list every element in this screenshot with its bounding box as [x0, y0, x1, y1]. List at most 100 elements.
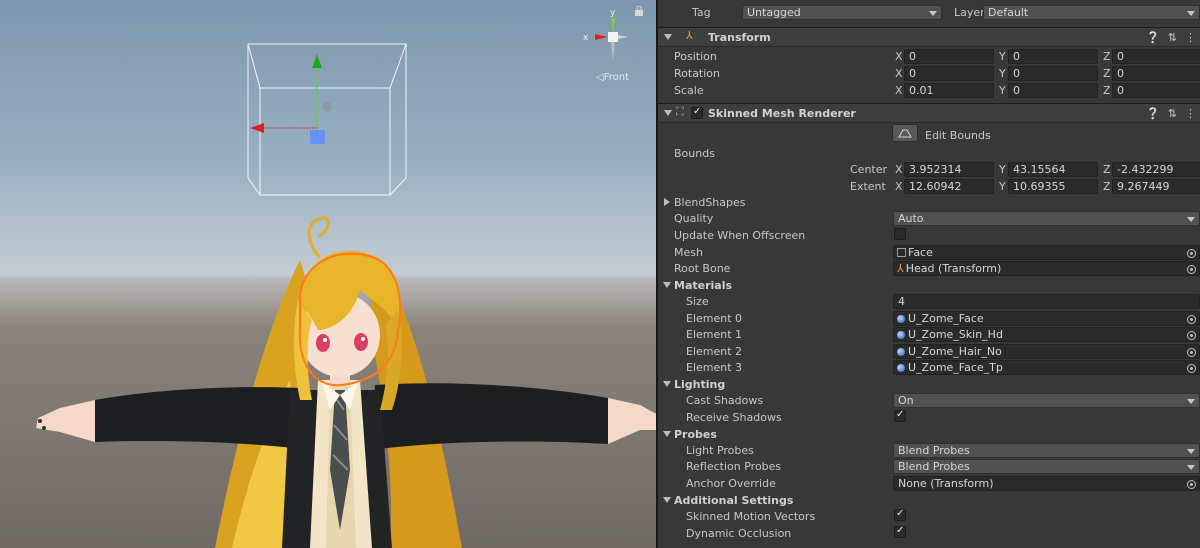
- material-field[interactable]: U_Zome_Face_Tp: [893, 360, 1200, 375]
- bounds-row: Bounds: [658, 145, 1200, 162]
- axis-y[interactable]: Y: [999, 50, 1006, 63]
- dynamic-occlusion-label: Dynamic Occlusion: [686, 527, 792, 540]
- reflection-probes-dropdown[interactable]: Blend Probes: [893, 459, 1200, 474]
- mesh-field[interactable]: Face: [893, 245, 1200, 260]
- view-front-label[interactable]: ◁Front: [596, 72, 629, 83]
- position-y-field[interactable]: 0: [1008, 49, 1098, 64]
- material-field[interactable]: U_Zome_Hair_No: [893, 344, 1200, 359]
- layer-dropdown[interactable]: Default: [983, 5, 1200, 20]
- update-offscreen-row: Update When Offscreen: [658, 227, 1200, 244]
- extent-x-field[interactable]: 12.60942: [904, 179, 994, 194]
- light-probes-row: Light Probes Blend Probes: [658, 442, 1200, 459]
- scale-label: Scale: [674, 84, 704, 97]
- scale-x-field[interactable]: 0.01: [904, 83, 994, 98]
- center-x-field[interactable]: 3.952314: [904, 162, 994, 177]
- edit-bounds-button[interactable]: [892, 124, 918, 142]
- object-picker-icon[interactable]: [1187, 265, 1196, 274]
- object-picker-icon[interactable]: [1187, 249, 1196, 258]
- materials-size-field[interactable]: 4: [893, 294, 1200, 309]
- foldout-icon[interactable]: [663, 431, 671, 437]
- reflection-probes-row: Reflection Probes Blend Probes: [658, 458, 1200, 475]
- root-bone-field[interactable]: ⅄ Head (Transform): [893, 261, 1200, 276]
- material-icon: [897, 315, 905, 323]
- smr-header[interactable]: ⛶ Skinned Mesh Renderer ❔ ⇅ ⋮: [658, 103, 1200, 123]
- receive-shadows-checkbox[interactable]: [894, 409, 906, 422]
- additional-settings-label: Additional Settings: [674, 494, 794, 507]
- extent-z-field[interactable]: 9.267449: [1112, 179, 1200, 194]
- axis-x[interactable]: X: [895, 67, 903, 80]
- transform-icon: ⅄: [686, 29, 693, 42]
- materials-foldout[interactable]: Materials: [658, 277, 1200, 294]
- extent-row: Extent X 12.60942 Y 10.69355 Z 9.267449: [658, 178, 1200, 195]
- object-picker-icon[interactable]: [1187, 348, 1196, 357]
- foldout-icon[interactable]: [664, 198, 670, 206]
- material-field[interactable]: U_Zome_Skin_Hd: [893, 327, 1200, 342]
- scale-y-field[interactable]: 0: [1008, 83, 1098, 98]
- transform-header[interactable]: ⅄ Transform ❔ ⇅ ⋮: [658, 27, 1200, 47]
- object-picker-icon[interactable]: [1187, 480, 1196, 489]
- axis-z[interactable]: Z: [1103, 50, 1111, 63]
- presets-icon[interactable]: ⇅: [1168, 31, 1177, 44]
- position-z-field[interactable]: 0: [1112, 49, 1200, 64]
- rotation-x-field[interactable]: 0: [904, 66, 994, 81]
- foldout-icon[interactable]: [663, 381, 671, 387]
- anchor-override-field[interactable]: None (Transform): [893, 476, 1200, 491]
- help-icon[interactable]: ❔: [1146, 107, 1160, 120]
- object-picker-icon[interactable]: [1187, 331, 1196, 340]
- material-element-row: Element 0 U_Zome_Face: [658, 310, 1200, 327]
- position-row: Position X 0 Y 0 Z 0: [658, 48, 1200, 65]
- foldout-icon[interactable]: [664, 110, 672, 116]
- cast-shadows-row: Cast Shadows On: [658, 392, 1200, 409]
- quality-dropdown[interactable]: Auto: [893, 211, 1200, 226]
- axis-x[interactable]: X: [895, 163, 903, 176]
- probes-foldout[interactable]: Probes: [658, 426, 1200, 443]
- update-offscreen-checkbox[interactable]: [894, 228, 906, 240]
- dynamic-occlusion-checkbox[interactable]: [894, 525, 906, 538]
- tag-dropdown[interactable]: Untagged: [742, 5, 942, 20]
- material-icon: [897, 331, 905, 339]
- smr-enabled-checkbox[interactable]: [691, 106, 703, 119]
- help-icon[interactable]: ❔: [1146, 31, 1160, 44]
- menu-icon[interactable]: ⋮: [1185, 31, 1196, 44]
- material-icon: [897, 348, 905, 356]
- axis-y[interactable]: Y: [999, 67, 1006, 80]
- material-field[interactable]: U_Zome_Face: [893, 311, 1200, 326]
- light-probes-dropdown[interactable]: Blend Probes: [893, 443, 1200, 458]
- extent-y-field[interactable]: 10.69355: [1008, 179, 1098, 194]
- scale-z-field[interactable]: 0: [1112, 83, 1200, 98]
- axis-z[interactable]: Z: [1103, 163, 1111, 176]
- scene-view[interactable]: x y ◁Front: [0, 0, 656, 548]
- character-model[interactable]: [0, 0, 656, 548]
- rotation-z-field[interactable]: 0: [1112, 66, 1200, 81]
- foldout-icon[interactable]: [664, 34, 672, 40]
- layer-label: Layer: [954, 6, 985, 19]
- axis-x[interactable]: X: [895, 84, 903, 97]
- position-x-field[interactable]: 0: [904, 49, 994, 64]
- foldout-icon[interactable]: [663, 282, 671, 288]
- light-probes-label: Light Probes: [686, 444, 754, 457]
- center-z-field[interactable]: -2.432299: [1112, 162, 1200, 177]
- axis-x[interactable]: X: [895, 50, 903, 63]
- cast-shadows-label: Cast Shadows: [686, 394, 764, 407]
- additional-settings-foldout[interactable]: Additional Settings: [658, 492, 1200, 509]
- axis-y[interactable]: Y: [999, 163, 1006, 176]
- menu-icon[interactable]: ⋮: [1185, 107, 1196, 120]
- object-picker-icon[interactable]: [1187, 315, 1196, 324]
- svg-text:x: x: [583, 33, 589, 43]
- axis-z[interactable]: Z: [1103, 67, 1111, 80]
- axis-z[interactable]: Z: [1103, 180, 1111, 193]
- axis-x[interactable]: X: [895, 180, 903, 193]
- blendshapes-foldout[interactable]: BlendShapes: [658, 194, 1200, 211]
- cast-shadows-dropdown[interactable]: On: [893, 393, 1200, 408]
- object-picker-icon[interactable]: [1187, 364, 1196, 373]
- axis-z[interactable]: Z: [1103, 84, 1111, 97]
- center-y-field[interactable]: 43.15564: [1008, 162, 1098, 177]
- axis-y[interactable]: Y: [999, 180, 1006, 193]
- presets-icon[interactable]: ⇅: [1168, 107, 1177, 120]
- rotation-y-field[interactable]: 0: [1008, 66, 1098, 81]
- motion-vectors-checkbox[interactable]: [894, 508, 906, 521]
- axis-y[interactable]: Y: [999, 84, 1006, 97]
- foldout-icon[interactable]: [663, 497, 671, 503]
- lighting-foldout[interactable]: Lighting: [658, 376, 1200, 393]
- lock-icon[interactable]: [634, 6, 644, 16]
